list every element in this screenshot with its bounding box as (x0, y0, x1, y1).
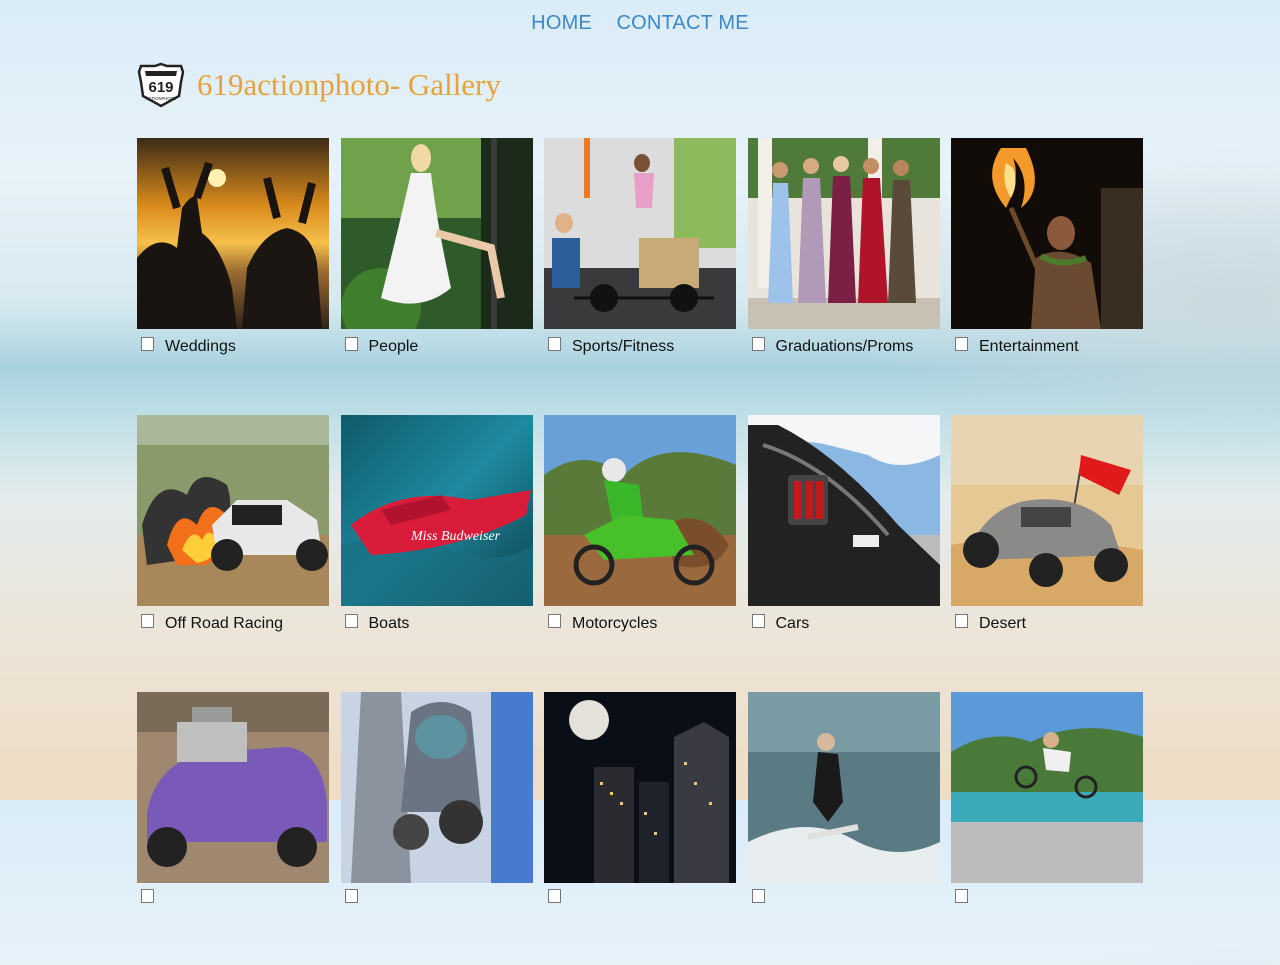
gallery-row (137, 692, 1143, 906)
gallery-checkbox[interactable] (141, 614, 154, 628)
boats-thumbnail[interactable]: Miss Budweiser (340, 415, 533, 606)
gallery-item-weddings[interactable]: Weddings (137, 138, 329, 356)
gallery-checkbox[interactable] (955, 889, 968, 903)
motorcycles-thumbnail[interactable] (544, 415, 736, 606)
gallery-label (544, 889, 736, 906)
site-header: 619 ACTIONPHOTO 619actionphoto- Gallery (137, 62, 501, 108)
gallery-label: Weddings (137, 337, 329, 356)
gallery-item-desert[interactable]: Desert (951, 415, 1143, 633)
gallery-item-cityscape[interactable] (544, 692, 736, 906)
entertainment-thumbnail[interactable] (951, 138, 1143, 329)
gallery-item-sports-fitness[interactable]: Sports/Fitness (544, 138, 736, 356)
page-title: 619actionphoto- Gallery (197, 67, 501, 102)
gallery-item-entertainment[interactable]: Entertainment (951, 138, 1143, 356)
gallery-item-graduations-proms[interactable]: Graduations/Proms (747, 138, 940, 356)
gallery-checkbox[interactable] (548, 337, 561, 351)
top-nav: HOME CONTACT ME (0, 12, 1280, 35)
nav-home-link[interactable]: HOME (531, 12, 592, 34)
gallery-checkbox[interactable] (548, 614, 561, 628)
gallery-checkbox[interactable] (751, 337, 765, 351)
gallery-checkbox[interactable] (141, 889, 154, 903)
gallery-label: Motorcycles (544, 614, 736, 633)
gallery-label: People (341, 337, 533, 356)
gallery-checkbox[interactable] (751, 614, 765, 628)
jets-thumbnail[interactable] (340, 692, 533, 883)
gallery-item-boats[interactable]: Miss Budweiser Boats (340, 415, 533, 633)
gallery-label: Cars (748, 614, 940, 633)
gallery-checkbox[interactable] (141, 337, 154, 351)
gallery-item-hotrod[interactable] (137, 692, 329, 906)
weddings-thumbnail[interactable] (137, 138, 329, 329)
gallery-label (951, 889, 1143, 906)
gallery-grid: Weddings People Sports/Fitness Graduatio… (137, 138, 1143, 965)
gallery-label (748, 889, 940, 906)
gallery-row: Off Road Racing Miss Budweiser Boats Mot… (137, 415, 1143, 633)
gallery-label: Boats (341, 614, 533, 633)
gallery-item-off-road-racing[interactable]: Off Road Racing (137, 415, 329, 633)
gallery-item-cars[interactable]: Cars (747, 415, 940, 633)
graduations-proms-thumbnail[interactable] (747, 138, 940, 329)
gallery-item-bmx[interactable] (951, 692, 1143, 906)
gallery-checkbox[interactable] (955, 337, 968, 351)
gallery-label: Entertainment (951, 337, 1143, 356)
site-logo[interactable]: 619 ACTIONPHOTO (137, 62, 185, 108)
desert-thumbnail[interactable] (951, 415, 1143, 606)
bmx-thumbnail[interactable] (951, 692, 1143, 883)
gallery-checkbox[interactable] (548, 889, 561, 903)
gallery-item-people[interactable]: People (340, 138, 533, 356)
nav-contact-link[interactable]: CONTACT ME (616, 12, 748, 34)
gallery-item-surfing[interactable] (747, 692, 940, 906)
gallery-label: Desert (951, 614, 1143, 633)
hotrod-thumbnail[interactable] (137, 692, 329, 883)
gallery-label (137, 889, 329, 906)
gallery-checkbox[interactable] (344, 614, 358, 628)
cityscape-thumbnail[interactable] (544, 692, 736, 883)
gallery-row: Weddings People Sports/Fitness Graduatio… (137, 138, 1143, 356)
gallery-label: Graduations/Proms (748, 337, 940, 356)
svg-text:ACTIONPHOTO: ACTIONPHOTO (146, 96, 177, 101)
svg-text:619: 619 (148, 79, 173, 96)
gallery-label: Off Road Racing (137, 614, 329, 633)
cars-thumbnail[interactable] (747, 415, 940, 606)
sports-fitness-thumbnail[interactable] (544, 138, 736, 329)
gallery-checkbox[interactable] (751, 889, 765, 903)
gallery-item-jets[interactable] (340, 692, 533, 906)
svg-text:Miss Budweiser: Miss Budweiser (410, 529, 501, 544)
gallery-checkbox[interactable] (344, 337, 358, 351)
surfing-thumbnail[interactable] (747, 692, 940, 883)
gallery-checkbox[interactable] (955, 614, 968, 628)
gallery-item-motorcycles[interactable]: Motorcycles (544, 415, 736, 633)
off-road-racing-thumbnail[interactable] (137, 415, 329, 606)
people-thumbnail[interactable] (340, 138, 533, 329)
gallery-label: Sports/Fitness (544, 337, 736, 356)
gallery-label (341, 889, 533, 906)
gallery-checkbox[interactable] (344, 889, 358, 903)
